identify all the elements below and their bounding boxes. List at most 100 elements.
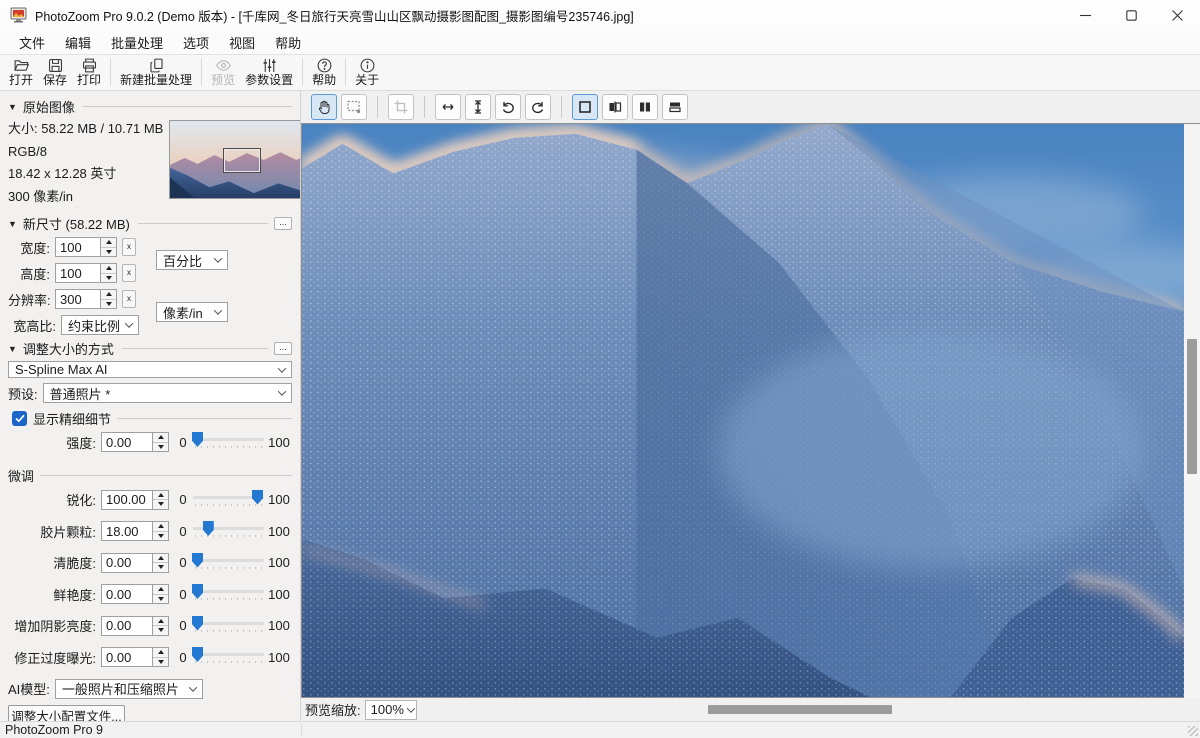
crispness-slider[interactable] [193,553,264,573]
resize-profiles-button[interactable]: 调整大小配置文件... [8,705,125,722]
horizontal-scrollbar-thumb[interactable] [708,705,892,714]
resize-grip[interactable] [1188,726,1198,736]
new-batch-button[interactable]: 新建批量处理 [115,56,197,88]
original-section-header[interactable]: ▼ 原始图像 [8,97,292,116]
navigator-selection-rect[interactable] [224,149,260,172]
hand-tool-button[interactable] [311,94,337,120]
fix-overexposure-label: 修正过度曝光: [8,648,96,667]
crispness-stepper[interactable] [153,553,169,573]
new-size-section-header[interactable]: ▼ 新尺寸 (58.22 MB) ... [8,214,292,233]
aspect-select[interactable]: 约束比例 [61,315,139,335]
marquee-tool-button[interactable] [341,94,367,120]
slider-thumb[interactable] [192,584,203,599]
crispness-input[interactable]: 0.00 [101,553,153,573]
width-input[interactable]: 100 [55,237,101,257]
about-button[interactable]: 关于 [350,56,384,88]
sharpen-label: 锐化: [8,490,96,509]
main-toolbar: 打开 保存 打印 新建批量处理 预览 [0,55,1200,91]
fine-detail-checkbox-row[interactable]: 显示精细细节 [12,409,292,428]
sharpen-slider[interactable] [193,490,264,510]
stacked-view-button[interactable] [662,94,688,120]
save-button[interactable]: 保存 [38,56,72,88]
save-icon [47,57,64,74]
brighten-shadows-label: 增加阴影亮度: [8,616,96,635]
height-stepper[interactable] [101,263,117,283]
ai-model-select[interactable]: 一般照片和压缩照片 [55,679,203,699]
method-more-button[interactable]: ... [274,342,292,355]
close-button[interactable] [1154,0,1200,30]
original-mode: RGB/8 [8,141,163,164]
slider-thumb[interactable] [203,521,214,536]
slider-thumb[interactable] [192,553,203,568]
algorithm-select[interactable]: S-Spline Max AI [8,361,292,378]
split-view-button[interactable] [602,94,628,120]
open-button[interactable]: 打开 [4,56,38,88]
fix-overexposure-input[interactable]: 0.00 [101,647,153,667]
vividness-input[interactable]: 0.00 [101,584,153,604]
menu-help[interactable]: 帮助 [266,30,310,55]
side-by-side-view-button[interactable] [632,94,658,120]
fix-overexposure-slider[interactable] [193,647,264,667]
preview-zoom-select[interactable]: 100% [365,700,417,720]
resolution-input[interactable]: 300 [55,289,101,309]
slider-thumb[interactable] [252,490,263,505]
resolution-reset-button[interactable]: x [122,290,136,308]
strength-input[interactable]: 0.00 [101,432,153,452]
fine-detail-checkbox[interactable] [12,411,27,426]
single-view-button[interactable] [572,94,598,120]
fix-overexposure-stepper[interactable] [153,647,169,667]
strength-stepper[interactable] [153,432,169,452]
maximize-button[interactable] [1108,0,1154,30]
film-grain-input[interactable]: 18.00 [101,521,153,541]
brighten-shadows-input[interactable]: 0.00 [101,616,153,636]
sharpen-input[interactable]: 100.00 [101,490,153,510]
help-button[interactable]: 帮助 [307,56,341,88]
new-size-more-button[interactable]: ... [274,217,292,230]
width-reset-button[interactable]: x [122,238,136,256]
tuning-group-header: 微调 [8,468,292,484]
height-reset-button[interactable]: x [122,264,136,282]
width-stepper[interactable] [101,237,117,257]
brighten-shadows-slider[interactable] [193,616,264,636]
preview-image[interactable] [301,123,1184,698]
minimize-button[interactable] [1062,0,1108,30]
vertical-scrollbar[interactable] [1184,123,1200,698]
menu-file[interactable]: 文件 [10,30,54,55]
strength-slider[interactable] [193,432,264,452]
brighten-shadows-stepper[interactable] [153,616,169,636]
menu-view[interactable]: 视图 [220,30,264,55]
preset-select[interactable]: 普通照片 * [43,383,292,403]
method-section-header[interactable]: ▼ 调整大小的方式 ... [8,339,292,358]
resolution-stepper[interactable] [101,289,117,309]
chevron-down-icon [214,306,222,314]
photozoom-window: PhotoZoom Pro 9.0.2 (Demo 版本) - [千库网_冬日旅… [0,0,1200,738]
slider-thumb[interactable] [192,616,203,631]
crispness-label: 清脆度: [8,553,96,572]
slider-thumb[interactable] [192,432,203,447]
navigator-thumbnail[interactable] [169,120,301,199]
sharpen-stepper[interactable] [153,490,169,510]
menu-batch[interactable]: 批量处理 [102,30,172,55]
slider-thumb[interactable] [192,647,203,662]
resolution-unit-select[interactable]: 像素/in [156,302,228,322]
print-button[interactable]: 打印 [72,56,106,88]
vividness-stepper[interactable] [153,584,169,604]
aspect-label: 宽高比: [8,316,56,335]
flip-horizontal-button[interactable] [435,94,461,120]
rotate-cw-button[interactable] [525,94,551,120]
film-grain-stepper[interactable] [153,521,169,541]
settings-button[interactable]: 参数设置 [240,56,298,88]
chevron-down-icon [278,364,286,372]
crop-tool-button [388,94,414,120]
status-text: PhotoZoom Pro 9 [5,723,103,737]
rotate-ccw-button[interactable] [495,94,521,120]
vertical-scrollbar-thumb[interactable] [1187,339,1197,474]
size-unit-select[interactable]: 百分比 [156,250,228,270]
menu-edit[interactable]: 编辑 [56,30,100,55]
height-input[interactable]: 100 [55,263,101,283]
menu-options[interactable]: 选项 [174,30,218,55]
vividness-slider[interactable] [193,584,264,604]
flip-vertical-button[interactable] [465,94,491,120]
horizontal-scrollbar[interactable] [417,698,1184,721]
film-grain-slider[interactable] [193,521,264,541]
